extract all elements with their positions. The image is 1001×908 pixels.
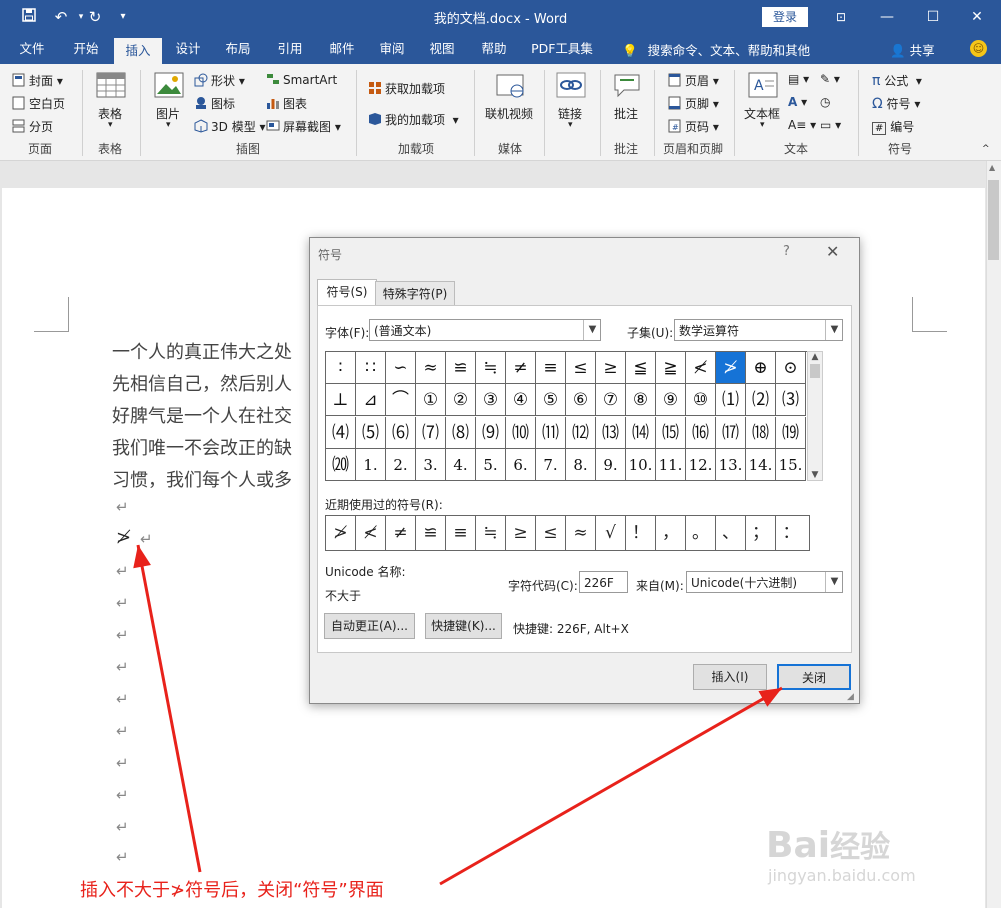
watermark-logo: Bai经验 [766,825,891,866]
arrow-to-symbol-head [133,545,151,569]
arrow-to-symbol [136,544,202,873]
annotation-caption: 插入不大于≯符号后，关闭“符号”界面 [80,880,384,901]
arrow-to-close-button [439,686,783,886]
annotation-arrows [133,544,783,886]
watermark-url: jingyan.baidu.com [768,866,916,885]
arrow-to-close-button-head [758,688,782,707]
